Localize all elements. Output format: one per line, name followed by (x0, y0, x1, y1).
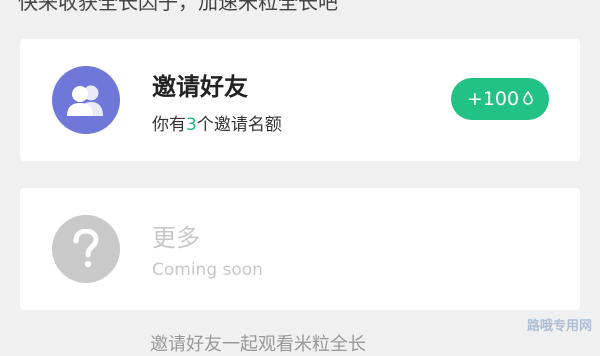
invite-subtitle: 你有3个邀请名额 (152, 110, 282, 135)
watermark: 路哦专用网 (526, 319, 592, 334)
question-icon (71, 229, 101, 269)
invite-friends-card[interactable]: 邀请好友 你有3个邀请名额 +100 (20, 39, 580, 161)
reward-label: +100 (466, 88, 520, 110)
invite-subtitle-pre: 你有 (152, 115, 186, 135)
invite-subtitle-post: 个邀请名额 (196, 115, 282, 135)
more-card: 更多 Coming soon (20, 188, 580, 310)
reward-button[interactable]: +100 (451, 78, 549, 120)
water-drop-icon (523, 88, 533, 110)
avatar (52, 215, 120, 283)
top-hint-text: 快来收获全长因子，加速米粒全长吧 (18, 0, 338, 14)
bottom-hint-text: 邀请好友一起观看米粒全长 (150, 334, 366, 355)
invite-title: 邀请好友 (152, 73, 248, 101)
invite-count: 3 (186, 115, 197, 135)
more-title: 更多 (152, 224, 200, 252)
people-icon (65, 83, 107, 117)
avatar (52, 66, 120, 134)
more-subtitle: Coming soon (152, 260, 263, 280)
